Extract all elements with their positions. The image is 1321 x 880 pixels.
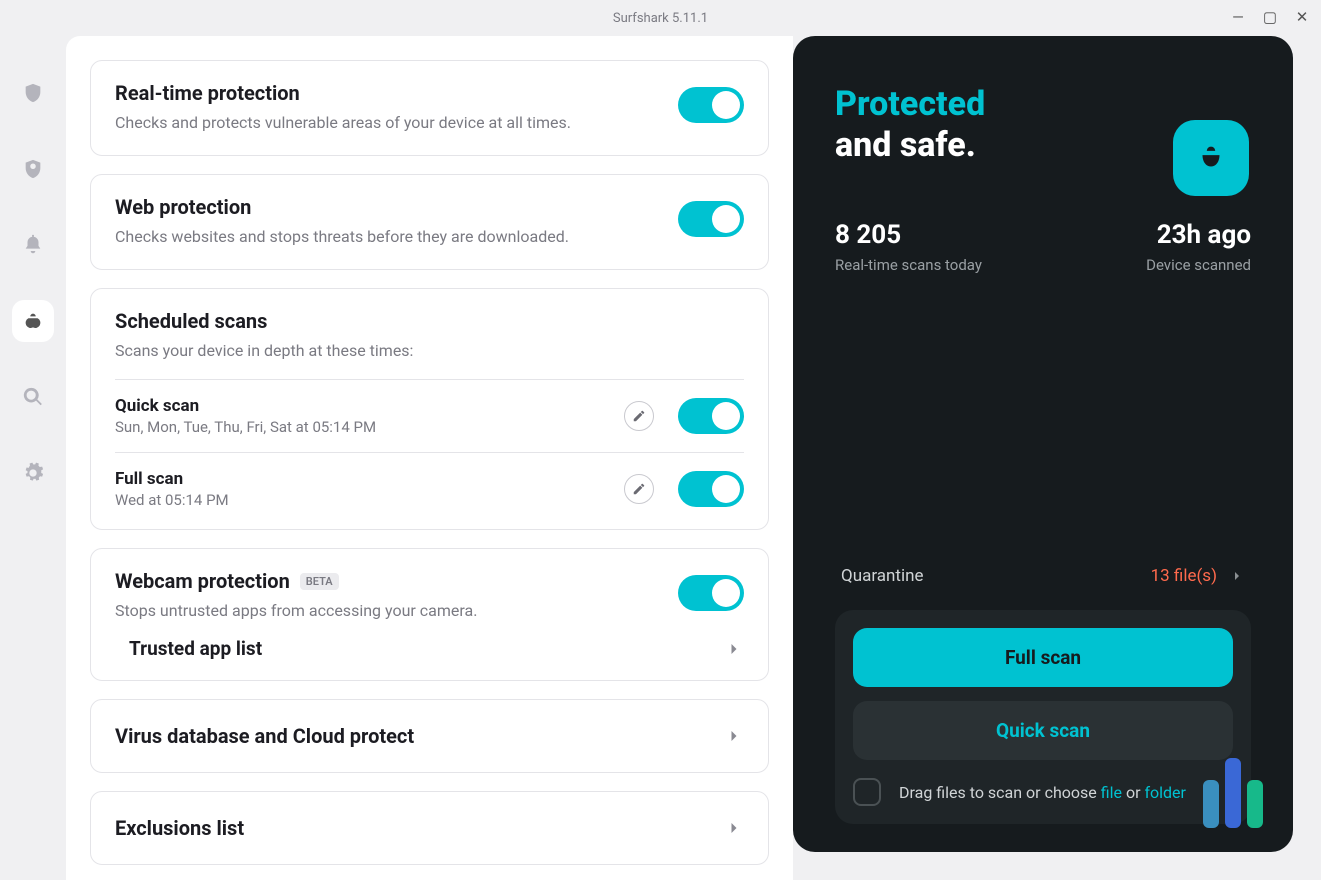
chevron-right-icon (724, 818, 744, 838)
full-scan-toggle[interactable] (678, 471, 744, 507)
status-line1: Protected (835, 84, 1251, 125)
nav-vpn[interactable] (12, 72, 54, 114)
gear-icon (22, 462, 44, 484)
title-bar: Surfshark 5.11.1 — ▢ ✕ (0, 0, 1321, 36)
chevron-right-icon (724, 726, 744, 746)
window-title: Surfshark 5.11.1 (613, 11, 708, 26)
beta-badge: BETA (300, 573, 339, 590)
nav-settings[interactable] (12, 452, 54, 494)
full-scan-name: Full scan (115, 469, 624, 489)
card-web-protection: Web protection Checks websites and stops… (90, 174, 769, 270)
device-scanned-label: Device scanned (1146, 256, 1251, 274)
quick-scan-name: Quick scan (115, 396, 624, 416)
quick-scan-edit-button[interactable] (624, 401, 654, 431)
card-scheduled-scans: Scheduled scans Scans your device in dep… (90, 288, 769, 530)
scans-today-label: Real-time scans today (835, 256, 982, 274)
quick-scan-button[interactable]: Quick scan (853, 701, 1233, 760)
status-line2: and safe. (835, 125, 1251, 166)
quarantine-count: 13 file(s) (1151, 566, 1217, 586)
chevron-right-icon (1229, 568, 1245, 584)
quick-scan-time: Sun, Mon, Tue, Thu, Fri, Sat at 05:14 PM (115, 418, 624, 436)
decorative-bars (1203, 758, 1263, 828)
sidebar (0, 36, 66, 880)
status-panel: Protected and safe. 8 205 Real-time scan… (793, 36, 1293, 852)
full-scan-time: Wed at 05:14 PM (115, 491, 624, 509)
pencil-icon (632, 482, 646, 496)
web-toggle[interactable] (678, 201, 744, 237)
quarantine-label: Quarantine (841, 566, 923, 586)
pencil-icon (632, 409, 646, 423)
drop-text: Drag files to scan or choose file or fol… (899, 783, 1186, 802)
realtime-desc: Checks and protects vulnerable areas of … (115, 111, 658, 135)
web-desc: Checks websites and stops threats before… (115, 225, 658, 249)
choose-folder-link[interactable]: folder (1144, 783, 1186, 802)
realtime-title: Real-time protection (115, 81, 658, 105)
device-scanned-value: 23h ago (1146, 220, 1251, 250)
settings-list[interactable]: Real-time protection Checks and protects… (66, 36, 793, 880)
search-icon (22, 386, 44, 408)
webcam-desc: Stops untrusted apps from accessing your… (115, 599, 658, 623)
drag-drop-row[interactable]: Drag files to scan or choose file or fol… (853, 778, 1233, 806)
card-webcam-protection: Webcam protection BETA Stops untrusted a… (90, 548, 769, 681)
nav-identity[interactable] (12, 148, 54, 190)
bug-icon (22, 310, 44, 332)
scans-today-value: 8 205 (835, 220, 982, 250)
status-title: Protected and safe. (835, 84, 1251, 166)
card-realtime-protection: Real-time protection Checks and protects… (90, 60, 769, 156)
quick-scan-toggle[interactable] (678, 398, 744, 434)
status-panel-wrap: Protected and safe. 8 205 Real-time scan… (793, 36, 1321, 880)
full-scan-edit-button[interactable] (624, 474, 654, 504)
virus-db-title: Virus database and Cloud protect (115, 724, 414, 748)
scheduled-full-row: Full scan Wed at 05:14 PM (115, 452, 744, 509)
drop-or: or (1122, 783, 1144, 802)
scheduled-desc: Scans your device in depth at these time… (115, 339, 724, 363)
full-scan-button[interactable]: Full scan (853, 628, 1233, 687)
trusted-app-list-link[interactable]: Trusted app list (115, 623, 744, 660)
card-virus-database[interactable]: Virus database and Cloud protect (90, 699, 769, 773)
choose-file-link[interactable]: file (1101, 783, 1122, 802)
exclusions-title: Exclusions list (115, 816, 244, 840)
scan-actions: Full scan Quick scan Drag files to scan … (835, 610, 1251, 824)
scheduled-title: Scheduled scans (115, 309, 724, 333)
webcam-title: Webcam protection BETA (115, 569, 658, 593)
drop-target-icon (853, 778, 881, 806)
user-shield-icon (22, 158, 44, 180)
maximize-button[interactable]: ▢ (1261, 8, 1279, 26)
close-button[interactable]: ✕ (1293, 8, 1311, 26)
realtime-toggle[interactable] (678, 87, 744, 123)
chevron-right-icon (724, 639, 744, 659)
web-title: Web protection (115, 195, 658, 219)
minimize-button[interactable]: — (1229, 8, 1247, 26)
quarantine-row[interactable]: Quarantine 13 file(s) (835, 552, 1251, 600)
card-exclusions[interactable]: Exclusions list (90, 791, 769, 865)
nav-alert[interactable] (12, 224, 54, 266)
shield-icon (22, 82, 44, 104)
trusted-app-list-label: Trusted app list (129, 637, 262, 660)
alert-icon (22, 234, 44, 256)
window-controls: — ▢ ✕ (1229, 8, 1311, 26)
scheduled-quick-row: Quick scan Sun, Mon, Tue, Thu, Fri, Sat … (115, 379, 744, 436)
stats-row: 8 205 Real-time scans today 23h ago Devi… (835, 220, 1251, 274)
webcam-toggle[interactable] (678, 575, 744, 611)
drop-prefix: Drag files to scan or choose (899, 783, 1101, 802)
nav-search[interactable] (12, 376, 54, 418)
nav-antivirus[interactable] (12, 300, 54, 342)
webcam-title-text: Webcam protection (115, 569, 290, 593)
